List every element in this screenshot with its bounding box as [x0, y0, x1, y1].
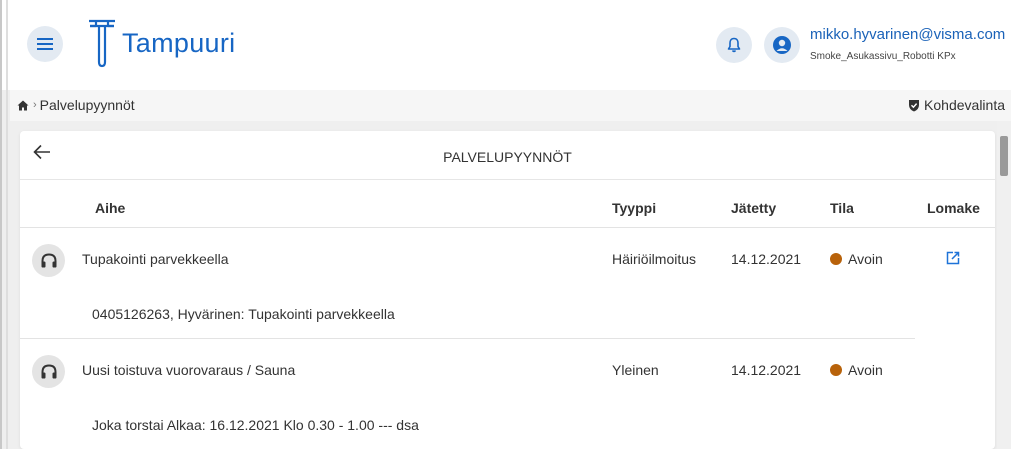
row-subject: Tupakointi parvekkeella: [82, 251, 229, 267]
row-type: Häiriöilmoitus: [612, 251, 697, 267]
column-header-type[interactable]: Tyyppi: [612, 200, 656, 216]
user-circle-icon: [773, 36, 791, 54]
external-link-icon: [946, 251, 960, 265]
column-header-form: Lomake: [927, 200, 980, 216]
card-header: PALVELUPYYNNÖT: [20, 131, 995, 180]
row-subject: Uusi toistuva vuorovaraus / Sauna: [82, 362, 296, 378]
bell-icon: [727, 37, 741, 53]
row-description: 0405126263, Hyvärinen: Tupakointi parvek…: [92, 306, 395, 322]
row-submitted: 14.12.2021: [731, 251, 802, 267]
hamburger-icon: [37, 38, 53, 50]
shield-check-icon: [909, 99, 920, 111]
status-dot: [830, 364, 842, 376]
service-requests-card: PALVELUPYYNNÖT Aihe Tyyppi Jätetty Tila …: [20, 131, 995, 449]
column-header-status[interactable]: Tila: [830, 200, 854, 216]
target-select-label: Kohdevalinta: [924, 97, 1005, 113]
user-email[interactable]: mikko.hyvarinen@visma.com: [810, 26, 1005, 43]
user-organization: Smoke_Asukassivu_Robotti KPx: [810, 51, 956, 62]
tampuuri-logo-icon: [89, 19, 115, 68]
row-submitted: 14.12.2021: [731, 362, 802, 378]
column-header-submitted[interactable]: Jätetty: [731, 200, 776, 216]
status-badge: Avoin: [830, 251, 883, 267]
user-menu-button[interactable]: [764, 27, 800, 63]
breadcrumb-bar: › Palvelupyynnöt Kohdevalinta: [10, 90, 1011, 121]
row-type: Yleinen: [612, 362, 659, 378]
status-dot: [830, 253, 842, 265]
notifications-button[interactable]: [716, 27, 752, 63]
form-link[interactable]: [946, 251, 960, 270]
scrollbar-thumb[interactable]: [1000, 136, 1008, 176]
target-select-button[interactable]: Kohdevalinta: [908, 97, 1005, 113]
page-title: PALVELUPYYNNÖT: [443, 149, 572, 165]
row-type-badge: [32, 244, 65, 277]
breadcrumb-current: Palvelupyynnöt: [39, 97, 135, 113]
breadcrumb: › Palvelupyynnöt: [17, 97, 135, 113]
menu-button[interactable]: [27, 26, 63, 62]
breadcrumb-separator: ›: [33, 99, 37, 111]
column-header-subject[interactable]: Aihe: [95, 200, 125, 216]
row-type-badge: [32, 355, 65, 388]
app-name: Tampuuri: [122, 27, 236, 58]
row-description: Joka torstai Alkaa: 16.12.2021 Klo 0.30 …: [92, 417, 419, 433]
top-bar: Tampuuri mikko.hyvarinen@visma.com Smoke…: [0, 0, 1011, 90]
status-badge: Avoin: [830, 362, 883, 378]
table-row[interactable]: Uusi toistuva vuorovaraus / Sauna Yleine…: [20, 339, 995, 449]
table-row[interactable]: Tupakointi parvekkeella Häiriöilmoitus 1…: [20, 228, 995, 339]
home-icon[interactable]: [17, 100, 29, 111]
row-status: Avoin: [848, 251, 883, 267]
row-status: Avoin: [848, 362, 883, 378]
app-logo[interactable]: Tampuuri: [88, 18, 235, 68]
headset-icon: [41, 363, 56, 378]
headset-icon: [41, 252, 56, 267]
